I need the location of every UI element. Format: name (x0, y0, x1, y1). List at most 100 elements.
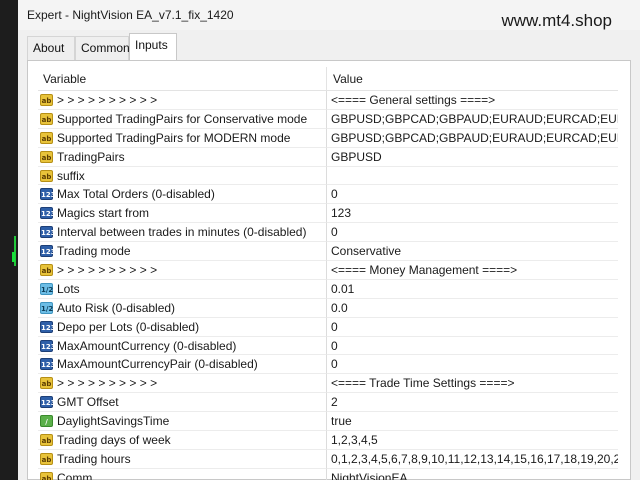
string-type-icon: ab (40, 264, 53, 277)
variable-cell[interactable]: ab Trading hours (38, 449, 327, 469)
table-row[interactable]: 123 MaxAmountCurrency (0-disabled) 0 (38, 336, 618, 356)
string-type-icon: ab (40, 452, 53, 465)
value-cell[interactable]: 2 (327, 393, 618, 413)
value-cell[interactable]: 0 (327, 223, 618, 243)
variable-cell[interactable]: 123 Interval between trades in minutes (0… (38, 223, 327, 243)
variable-cell[interactable]: ab Comm (38, 468, 327, 480)
table-row[interactable]: ab Comm NightVisionEA (38, 468, 618, 480)
variable-name: Comm (57, 470, 93, 480)
value-cell[interactable]: <==== Trade Time Settings ====> (327, 374, 618, 394)
table-row[interactable]: 123 GMT Offset 2 (38, 393, 618, 413)
table-row[interactable]: 123 Magics start from 123 (38, 204, 618, 224)
variable-name: DaylightSavingsTime (57, 414, 170, 429)
title-bar[interactable]: Expert - NightVision EA_v7.1_fix_1420 ww… (18, 0, 640, 30)
chart-background (0, 0, 18, 480)
table-row[interactable]: ab Trading hours 0,1,2,3,4,5,6,7,8,9,10,11… (38, 449, 618, 469)
table-row[interactable]: ab Supported TradingPairs for Conservativ… (38, 109, 618, 129)
boolean-type-icon: / (40, 415, 53, 428)
table-row[interactable]: 123 Depo per Lots (0-disabled) 0 (38, 317, 618, 337)
variable-name: Magics start from (57, 206, 150, 221)
variable-name: Trading hours (57, 451, 131, 466)
watermark-text: www.mt4.shop (501, 11, 612, 30)
value-cell[interactable]: 0.01 (327, 280, 618, 299)
variable-cell[interactable]: 123 Magics start from (38, 204, 327, 224)
table-row[interactable]: ab > > > > > > > > > > <==== Money Managem… (38, 261, 618, 280)
variable-cell[interactable]: 123 Max Total Orders (0-disabled) (38, 185, 327, 205)
table-row[interactable]: 123 Trading mode Conservative (38, 242, 618, 262)
value-cell[interactable]: NightVisionEA (327, 469, 618, 480)
variable-value: 0 (331, 225, 338, 240)
variable-cell[interactable]: ab > > > > > > > > > > (38, 374, 327, 394)
table-row[interactable]: 123 Interval between trades in minutes (0… (38, 223, 618, 243)
table-row[interactable]: ab Trading days of week 1,2,3,4,5 (38, 431, 618, 450)
table-row[interactable]: ab TradingPairs GBPUSD (38, 147, 618, 167)
string-type-icon: ab (40, 434, 53, 447)
integer-type-icon: 123 (40, 207, 56, 220)
variable-cell[interactable]: ab TradingPairs (38, 147, 327, 167)
variable-cell[interactable]: 123 MaxAmountCurrencyPair (0-disabled) (38, 355, 327, 375)
variable-value: <==== Money Management ====> (331, 263, 518, 278)
value-cell[interactable]: 1,2,3,4,5 (327, 431, 618, 450)
variable-cell[interactable]: 123 Trading mode (38, 242, 327, 262)
variable-name: suffix (57, 168, 85, 183)
table-row[interactable]: 1/2 Lots 0.01 (38, 279, 618, 299)
integer-type-icon: 123 (40, 188, 56, 201)
tab-common[interactable]: Common (75, 36, 130, 60)
table-row[interactable]: ab Supported TradingPairs for MODERN mode… (38, 128, 618, 148)
value-cell[interactable]: 123 (327, 204, 618, 224)
table-row[interactable]: ab suffix (38, 166, 618, 186)
variable-value: 1,2,3,4,5 (331, 433, 378, 448)
table-row[interactable]: ab > > > > > > > > > > <==== Trade Time Se… (38, 374, 618, 394)
value-cell[interactable]: <==== General settings ====> (327, 91, 618, 110)
value-cell[interactable]: 0 (327, 355, 618, 375)
variable-value: 0,1,2,3,4,5,6,7,8,9,10,11,12,13,14,15,16… (331, 451, 618, 466)
column-header-variable[interactable]: Variable (43, 72, 86, 86)
variable-value: NightVisionEA (331, 470, 408, 480)
variable-name: Max Total Orders (0-disabled) (57, 187, 215, 202)
variable-cell[interactable]: ab Trading days of week (38, 431, 327, 450)
variable-cell[interactable]: ab > > > > > > > > > > (38, 261, 327, 280)
value-cell[interactable]: Conservative (327, 242, 618, 262)
variable-cell[interactable]: 1/2 Lots (38, 279, 327, 299)
value-cell[interactable]: GBPUSD;GBPCAD;GBPAUD;EURAUD;EURCAD;EURGB… (327, 110, 618, 129)
variable-value: 0 (331, 338, 338, 353)
variable-cell[interactable]: ab suffix (38, 166, 327, 186)
string-type-icon: ab (40, 94, 53, 106)
value-cell[interactable]: 0 (327, 318, 618, 337)
value-cell[interactable]: true (327, 412, 618, 432)
variable-cell[interactable]: ab > > > > > > > > > > (38, 91, 327, 110)
value-cell[interactable]: 0 (327, 337, 618, 356)
column-divider[interactable] (326, 67, 327, 91)
table-row[interactable]: ab > > > > > > > > > > <==== General setti… (38, 91, 618, 110)
integer-type-icon: 123 (40, 396, 56, 409)
variable-cell[interactable]: / DaylightSavingsTime (38, 412, 327, 432)
string-type-icon: ab (40, 169, 53, 182)
integer-type-icon: 123 (40, 226, 56, 239)
value-cell[interactable]: 0.0 (327, 299, 618, 318)
column-header-value[interactable]: Value (333, 72, 363, 86)
variable-name: Auto Risk (0-disabled) (57, 300, 176, 315)
variable-cell[interactable]: 1/2 Auto Risk (0-disabled) (38, 298, 327, 318)
table-row[interactable]: 123 Max Total Orders (0-disabled) 0 (38, 185, 618, 205)
variable-cell[interactable]: 123 Depo per Lots (0-disabled) (38, 317, 327, 337)
variable-cell[interactable]: ab Supported TradingPairs for MODERN mode (38, 128, 327, 148)
variable-name: Supported TradingPairs for MODERN mode (57, 130, 291, 145)
variable-name: Depo per Lots (0-disabled) (57, 319, 200, 334)
value-cell[interactable]: 0,1,2,3,4,5,6,7,8,9,10,11,12,13,14,15,16… (327, 450, 618, 469)
table-row[interactable]: 123 MaxAmountCurrencyPair (0-disabled) 0 (38, 355, 618, 375)
table-row[interactable]: / DaylightSavingsTime true (38, 412, 618, 432)
table-row[interactable]: 1/2 Auto Risk (0-disabled) 0.0 (38, 298, 618, 318)
value-cell[interactable]: GBPUSD (327, 148, 618, 167)
variable-cell[interactable]: ab Supported TradingPairs for Conservativ… (38, 109, 327, 129)
variable-cell[interactable]: 123 GMT Offset (38, 393, 327, 413)
value-cell[interactable]: GBPUSD;GBPCAD;GBPAUD;EURAUD;EURCAD;EURGB… (327, 129, 618, 148)
expert-properties-dialog: Expert - NightVision EA_v7.1_fix_1420 ww… (18, 0, 640, 480)
string-type-icon: ab (40, 377, 53, 390)
value-cell[interactable] (327, 167, 618, 186)
tab-about[interactable]: About (27, 36, 75, 60)
value-cell[interactable]: <==== Money Management ====> (327, 261, 618, 280)
variable-cell[interactable]: 123 MaxAmountCurrency (0-disabled) (38, 336, 327, 356)
string-type-icon: ab (40, 131, 53, 144)
tab-inputs[interactable]: Inputs (129, 33, 177, 60)
value-cell[interactable]: 0 (327, 185, 618, 205)
